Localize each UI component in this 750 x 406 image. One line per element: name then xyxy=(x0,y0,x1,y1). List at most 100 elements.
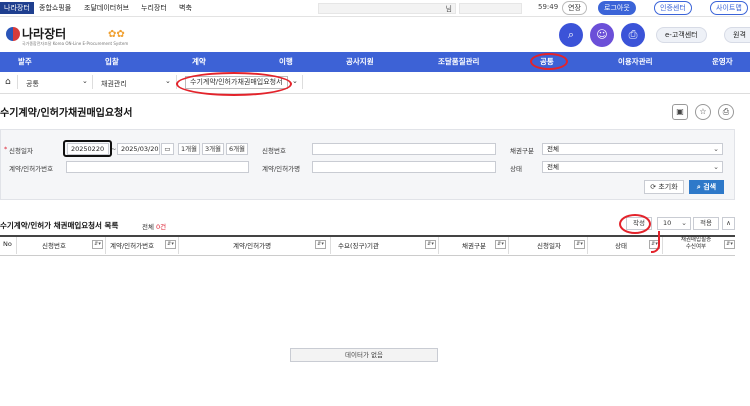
top-search-input-2[interactable] xyxy=(459,3,522,14)
column-divider xyxy=(178,237,179,254)
collapse-icon[interactable]: ∧ xyxy=(722,217,735,230)
contract-name-label: 계약/인허가명 xyxy=(262,165,301,173)
breadcrumb-level2[interactable]: 채권관리 xyxy=(101,79,127,89)
col-bond-receipt-line2: 수신여부 xyxy=(685,244,707,250)
print-page-icon[interactable]: ⎙ xyxy=(718,104,734,120)
remote-support-button[interactable]: 원격 xyxy=(724,27,750,43)
search-icon[interactable]: ⌕ xyxy=(559,23,583,47)
top-link-extra[interactable]: 벽축 xyxy=(179,3,192,13)
breadcrumb-divider xyxy=(92,75,93,89)
manual-icon[interactable]: ▣ xyxy=(672,104,688,120)
page-size-select[interactable]: 10 ⌄ xyxy=(657,217,691,230)
col-no[interactable]: No xyxy=(3,240,12,248)
date-label: 신청일자 xyxy=(9,147,33,155)
col-contract-name[interactable]: 계약/인허가명 xyxy=(233,240,271,250)
top-link-shopping-mall[interactable]: 종합쇼핑몰 xyxy=(39,3,71,13)
column-divider xyxy=(16,237,17,254)
chevron-down-icon: ⌄ xyxy=(713,163,719,171)
nav-performance[interactable]: 이행 xyxy=(279,52,293,72)
contract-no-label: 계약/인허가번호 xyxy=(9,165,54,173)
apply-page-size-button[interactable]: 적용 xyxy=(693,217,719,230)
customer-center-button[interactable]: e-고객센터 xyxy=(656,27,707,43)
nav-construction-support[interactable]: 공사지원 xyxy=(346,52,374,72)
col-apply-date[interactable]: 신청일자 xyxy=(537,240,561,250)
sort-icon[interactable]: ⇵▾ xyxy=(315,240,326,249)
home-icon[interactable]: ⌂ xyxy=(5,77,11,87)
page-title: 수기계약/인허가채권매입요청서 xyxy=(0,108,133,119)
sort-icon[interactable]: ⇵▾ xyxy=(92,240,103,249)
nav-order[interactable]: 발주 xyxy=(18,52,32,72)
apply-no-input[interactable] xyxy=(312,143,496,155)
top-link-nuri[interactable]: 누리장터 xyxy=(141,3,167,13)
top-link-narajangteo[interactable]: 나라장터 xyxy=(0,2,34,14)
chevron-down-icon[interactable]: ⌄ xyxy=(292,77,298,85)
status-select[interactable]: 전체 ⌄ xyxy=(542,161,723,173)
nav-quality[interactable]: 조달품질관리 xyxy=(438,52,479,72)
column-divider xyxy=(105,237,106,254)
chevron-down-icon: ⌄ xyxy=(713,145,719,153)
favorite-star-icon[interactable]: ☆ xyxy=(695,104,711,120)
annotation-create-circle xyxy=(619,214,651,234)
column-divider xyxy=(587,237,588,254)
list-count: 전체 0건 xyxy=(142,221,166,231)
logo-subtitle: 국가종합전자조달 Korea ON-Line E-Procurement Sys… xyxy=(22,41,129,46)
logo-title[interactable]: 나라장터 xyxy=(22,25,66,42)
status-label: 상태 xyxy=(510,165,522,173)
sitemap-button[interactable]: 사이트맵 xyxy=(710,1,748,15)
column-divider xyxy=(438,237,439,254)
logo-icon[interactable] xyxy=(6,27,20,41)
period-1month-button[interactable]: 1개월 xyxy=(178,143,200,155)
contract-no-input[interactable] xyxy=(66,161,249,173)
top-search-value: 님 xyxy=(445,5,452,13)
breadcrumb-divider xyxy=(17,75,18,89)
sort-icon[interactable]: ⇵▾ xyxy=(724,240,735,249)
annotation-nav-circle xyxy=(530,53,568,70)
sort-icon[interactable]: ⇵▾ xyxy=(495,240,506,249)
bond-type-value: 전체 xyxy=(547,145,559,153)
date-to-input[interactable]: 2025/03/20 xyxy=(117,143,160,155)
period-3month-button[interactable]: 3개월 xyxy=(202,143,224,155)
top-link-data-hub[interactable]: 조달데이터허브 xyxy=(84,3,129,13)
list-count-value: 0건 xyxy=(156,223,167,231)
bond-type-label: 채권구분 xyxy=(510,147,534,155)
chevron-down-icon[interactable]: ⌄ xyxy=(165,77,171,85)
period-6month-button[interactable]: 6개월 xyxy=(226,143,248,155)
flower-icon: ✿✿ xyxy=(108,29,125,40)
nav-contract[interactable]: 계약 xyxy=(192,52,206,72)
sort-icon[interactable]: ⇵▾ xyxy=(165,240,176,249)
list-title: 수기계약/인허가 채권매입요청서 목록 xyxy=(0,221,119,230)
chevron-down-icon[interactable]: ⌄ xyxy=(82,77,88,85)
required-mark: * xyxy=(4,145,8,153)
print-icon[interactable]: ⎙ xyxy=(621,23,645,47)
col-bond-type[interactable]: 채권구분 xyxy=(462,240,486,250)
no-data-message: 데이터가 없음 xyxy=(290,348,438,362)
calendar-icon[interactable]: ▭ xyxy=(161,143,174,155)
search-button[interactable]: ⌕ 검색 xyxy=(689,180,724,194)
col-bond-receipt[interactable]: 채권매입필증 수신여부 xyxy=(668,237,724,251)
sort-icon[interactable]: ⇵▾ xyxy=(574,240,585,249)
logout-button[interactable]: 로그아웃 xyxy=(598,1,636,15)
status-value: 전체 xyxy=(547,163,559,171)
col-contract-no[interactable]: 계약/인허가번호 xyxy=(110,240,154,250)
breadcrumb-level1[interactable]: 공통 xyxy=(26,79,39,89)
nav-bid[interactable]: 입찰 xyxy=(105,52,119,72)
cert-center-button[interactable]: 인증센터 xyxy=(654,1,692,15)
breadcrumb-divider xyxy=(302,75,303,89)
nav-operator[interactable]: 운영자 xyxy=(712,52,733,72)
top-search-input[interactable]: 님 xyxy=(318,3,456,14)
annotation-breadcrumb-circle xyxy=(176,72,292,96)
sort-icon[interactable]: ⇵▾ xyxy=(425,240,436,249)
col-status[interactable]: 상태 xyxy=(615,240,627,250)
extend-session-button[interactable]: 연장 xyxy=(562,1,587,15)
col-apply-no[interactable]: 신청번호 xyxy=(42,240,66,250)
nav-user-management[interactable]: 이용자관리 xyxy=(618,52,653,72)
reset-button[interactable]: ⟳ 초기화 xyxy=(644,180,684,194)
page-size-value: 10 xyxy=(663,219,672,227)
bond-type-select[interactable]: 전체 ⌄ xyxy=(542,143,723,155)
user-icon[interactable]: ☺ xyxy=(590,23,614,47)
col-demand-agency[interactable]: 수요(징구)기관 xyxy=(338,240,379,250)
contract-name-input[interactable] xyxy=(312,161,496,173)
column-divider xyxy=(662,237,663,254)
chevron-down-icon: ⌄ xyxy=(681,219,687,227)
col-bond-receipt-line1: 채권매입필증 xyxy=(680,237,712,243)
